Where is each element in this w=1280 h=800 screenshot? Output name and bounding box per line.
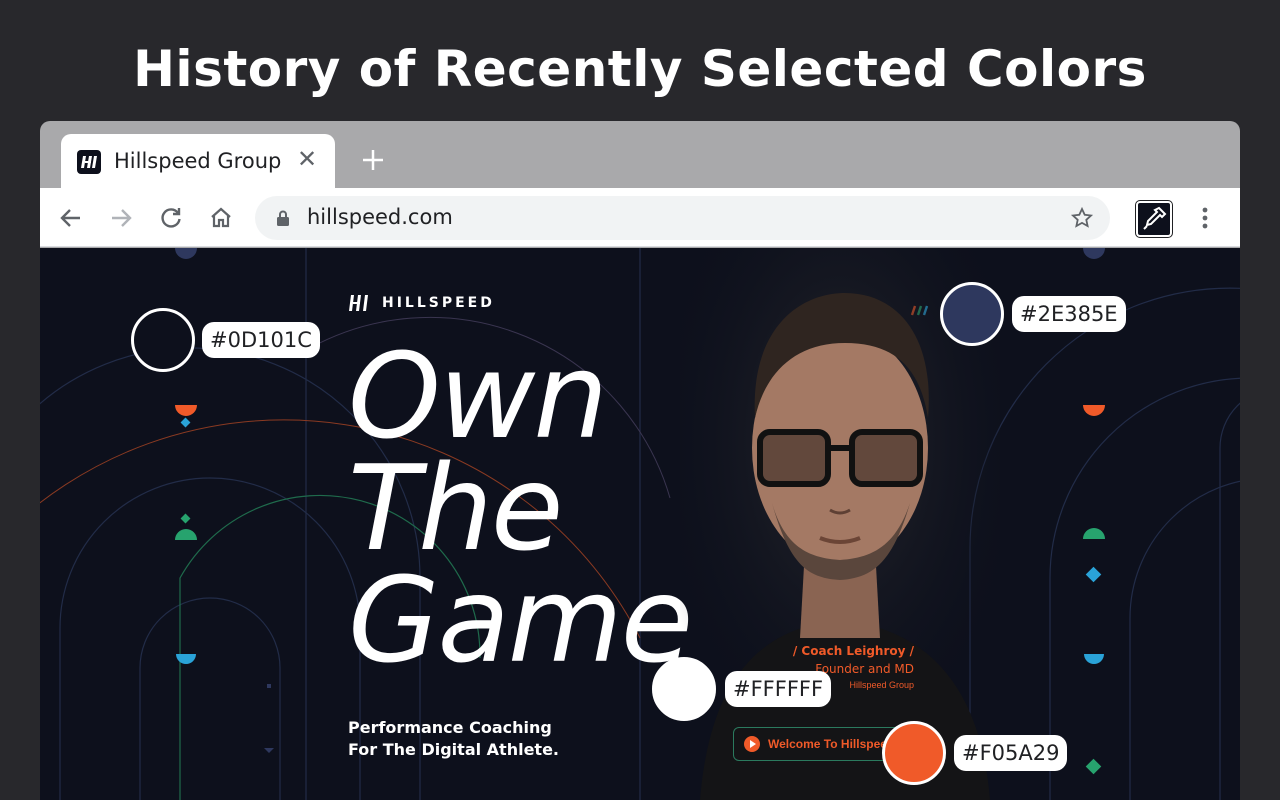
subtitle-line: For The Digital Athlete. xyxy=(348,740,559,759)
hero-line: The xyxy=(348,439,563,577)
close-icon[interactable]: ✕ xyxy=(297,146,317,174)
back-arrow-icon[interactable] xyxy=(56,203,86,233)
browser-toolbar: hillspeed.com xyxy=(40,188,1240,247)
eyedropper-icon[interactable] xyxy=(1135,200,1173,238)
lock-icon xyxy=(273,208,293,228)
reload-icon[interactable] xyxy=(156,203,186,233)
logo-text: HILLSPEED xyxy=(382,295,495,311)
tab-title: Hillspeed Group xyxy=(114,149,282,173)
hex-label[interactable]: #0D101C xyxy=(202,322,320,358)
coach-name: / Coach Leighroy / xyxy=(792,644,914,658)
cta-label: Welcome To Hillspeed xyxy=(768,737,895,751)
site-logo[interactable]: HILLSPEED xyxy=(348,293,495,313)
hero-subtitle: Performance Coaching For The Digital Ath… xyxy=(348,717,559,761)
color-swatch[interactable] xyxy=(940,282,1004,346)
url-text: hillspeed.com xyxy=(307,205,453,229)
hex-label[interactable]: #2E385E xyxy=(1012,296,1126,332)
home-icon[interactable] xyxy=(206,203,236,233)
bookmark-star-icon[interactable] xyxy=(1070,206,1094,230)
color-swatch[interactable] xyxy=(882,721,946,785)
hero-title: Own The Game xyxy=(348,327,693,689)
hero-line: Game xyxy=(348,551,693,689)
plus-icon[interactable] xyxy=(358,145,388,175)
play-icon xyxy=(744,736,760,752)
address-bar[interactable]: hillspeed.com xyxy=(255,196,1110,240)
browser-tab[interactable]: Hillspeed Group ✕ xyxy=(61,134,335,188)
hillspeed-logo-icon xyxy=(77,150,101,174)
hex-label[interactable]: #FFFFFF xyxy=(725,671,832,707)
page-headline: History of Recently Selected Colors xyxy=(133,40,1147,98)
browser-window: Hillspeed Group ✕ hillspeed.com HILLSPEE… xyxy=(40,121,1240,800)
hex-label[interactable]: #F05A29 xyxy=(954,735,1068,771)
hero-line: Own xyxy=(348,327,608,465)
hillspeed-mark-icon xyxy=(349,295,368,311)
forward-arrow-icon[interactable] xyxy=(106,203,136,233)
color-swatch[interactable] xyxy=(652,657,716,721)
more-menu-icon[interactable] xyxy=(1195,204,1215,232)
color-swatch[interactable] xyxy=(131,308,195,372)
subtitle-line: Performance Coaching xyxy=(348,718,552,737)
